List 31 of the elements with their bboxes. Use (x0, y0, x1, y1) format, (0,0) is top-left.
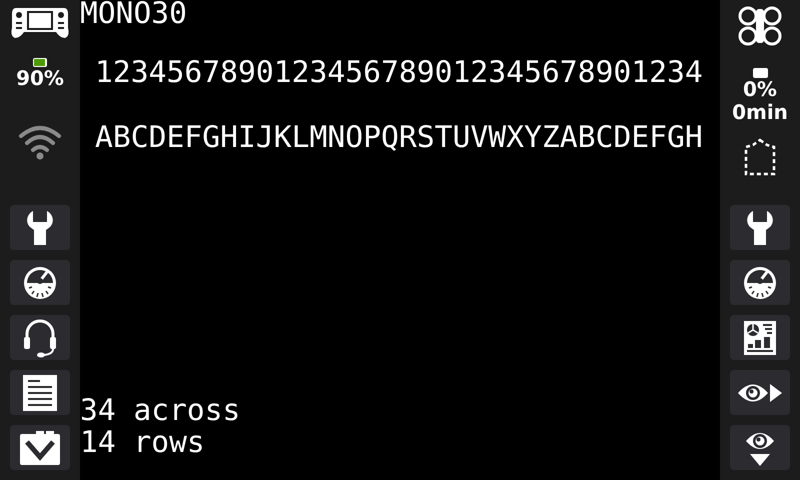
dashboard-icon (743, 320, 777, 356)
sample-text: 1234567890123456789012345678901234 (95, 55, 703, 91)
grid-size-text: 34 across (80, 394, 240, 426)
wrench-icon (745, 210, 775, 246)
gauge-icon (742, 264, 778, 300)
document-button[interactable] (10, 370, 70, 415)
dashed-shield-icon (743, 138, 777, 178)
dropdown-button[interactable] (10, 425, 70, 470)
gauge-button[interactable] (10, 260, 70, 305)
eye-right-button[interactable] (730, 370, 790, 415)
headset-icon (22, 318, 58, 358)
font-name: MONO30 (80, 0, 187, 26)
battery-percent: 90% (16, 67, 64, 90)
gauge-button[interactable] (730, 260, 790, 305)
battery-percent: 0% (743, 78, 777, 101)
gauge-icon (22, 264, 58, 300)
handheld-controller-icon (10, 6, 70, 40)
wrench-button[interactable] (10, 205, 70, 250)
dropdown-icon (19, 430, 61, 466)
battery-icon (752, 68, 768, 78)
grid-size-text: 14 rows (80, 426, 205, 458)
eye-down-button[interactable] (730, 425, 790, 470)
sample-text: ABCDEFGHIJKLMNOPQRSTUVWXYZABCDEFGH (95, 120, 703, 156)
headset-button[interactable] (10, 315, 70, 360)
document-icon (22, 374, 58, 412)
wrench-icon (25, 210, 55, 246)
dashboard-button[interactable] (730, 315, 790, 360)
battery-icon (33, 58, 47, 67)
flight-time: 0min (732, 101, 788, 124)
drone-icon (737, 6, 783, 46)
wrench-button[interactable] (730, 205, 790, 250)
